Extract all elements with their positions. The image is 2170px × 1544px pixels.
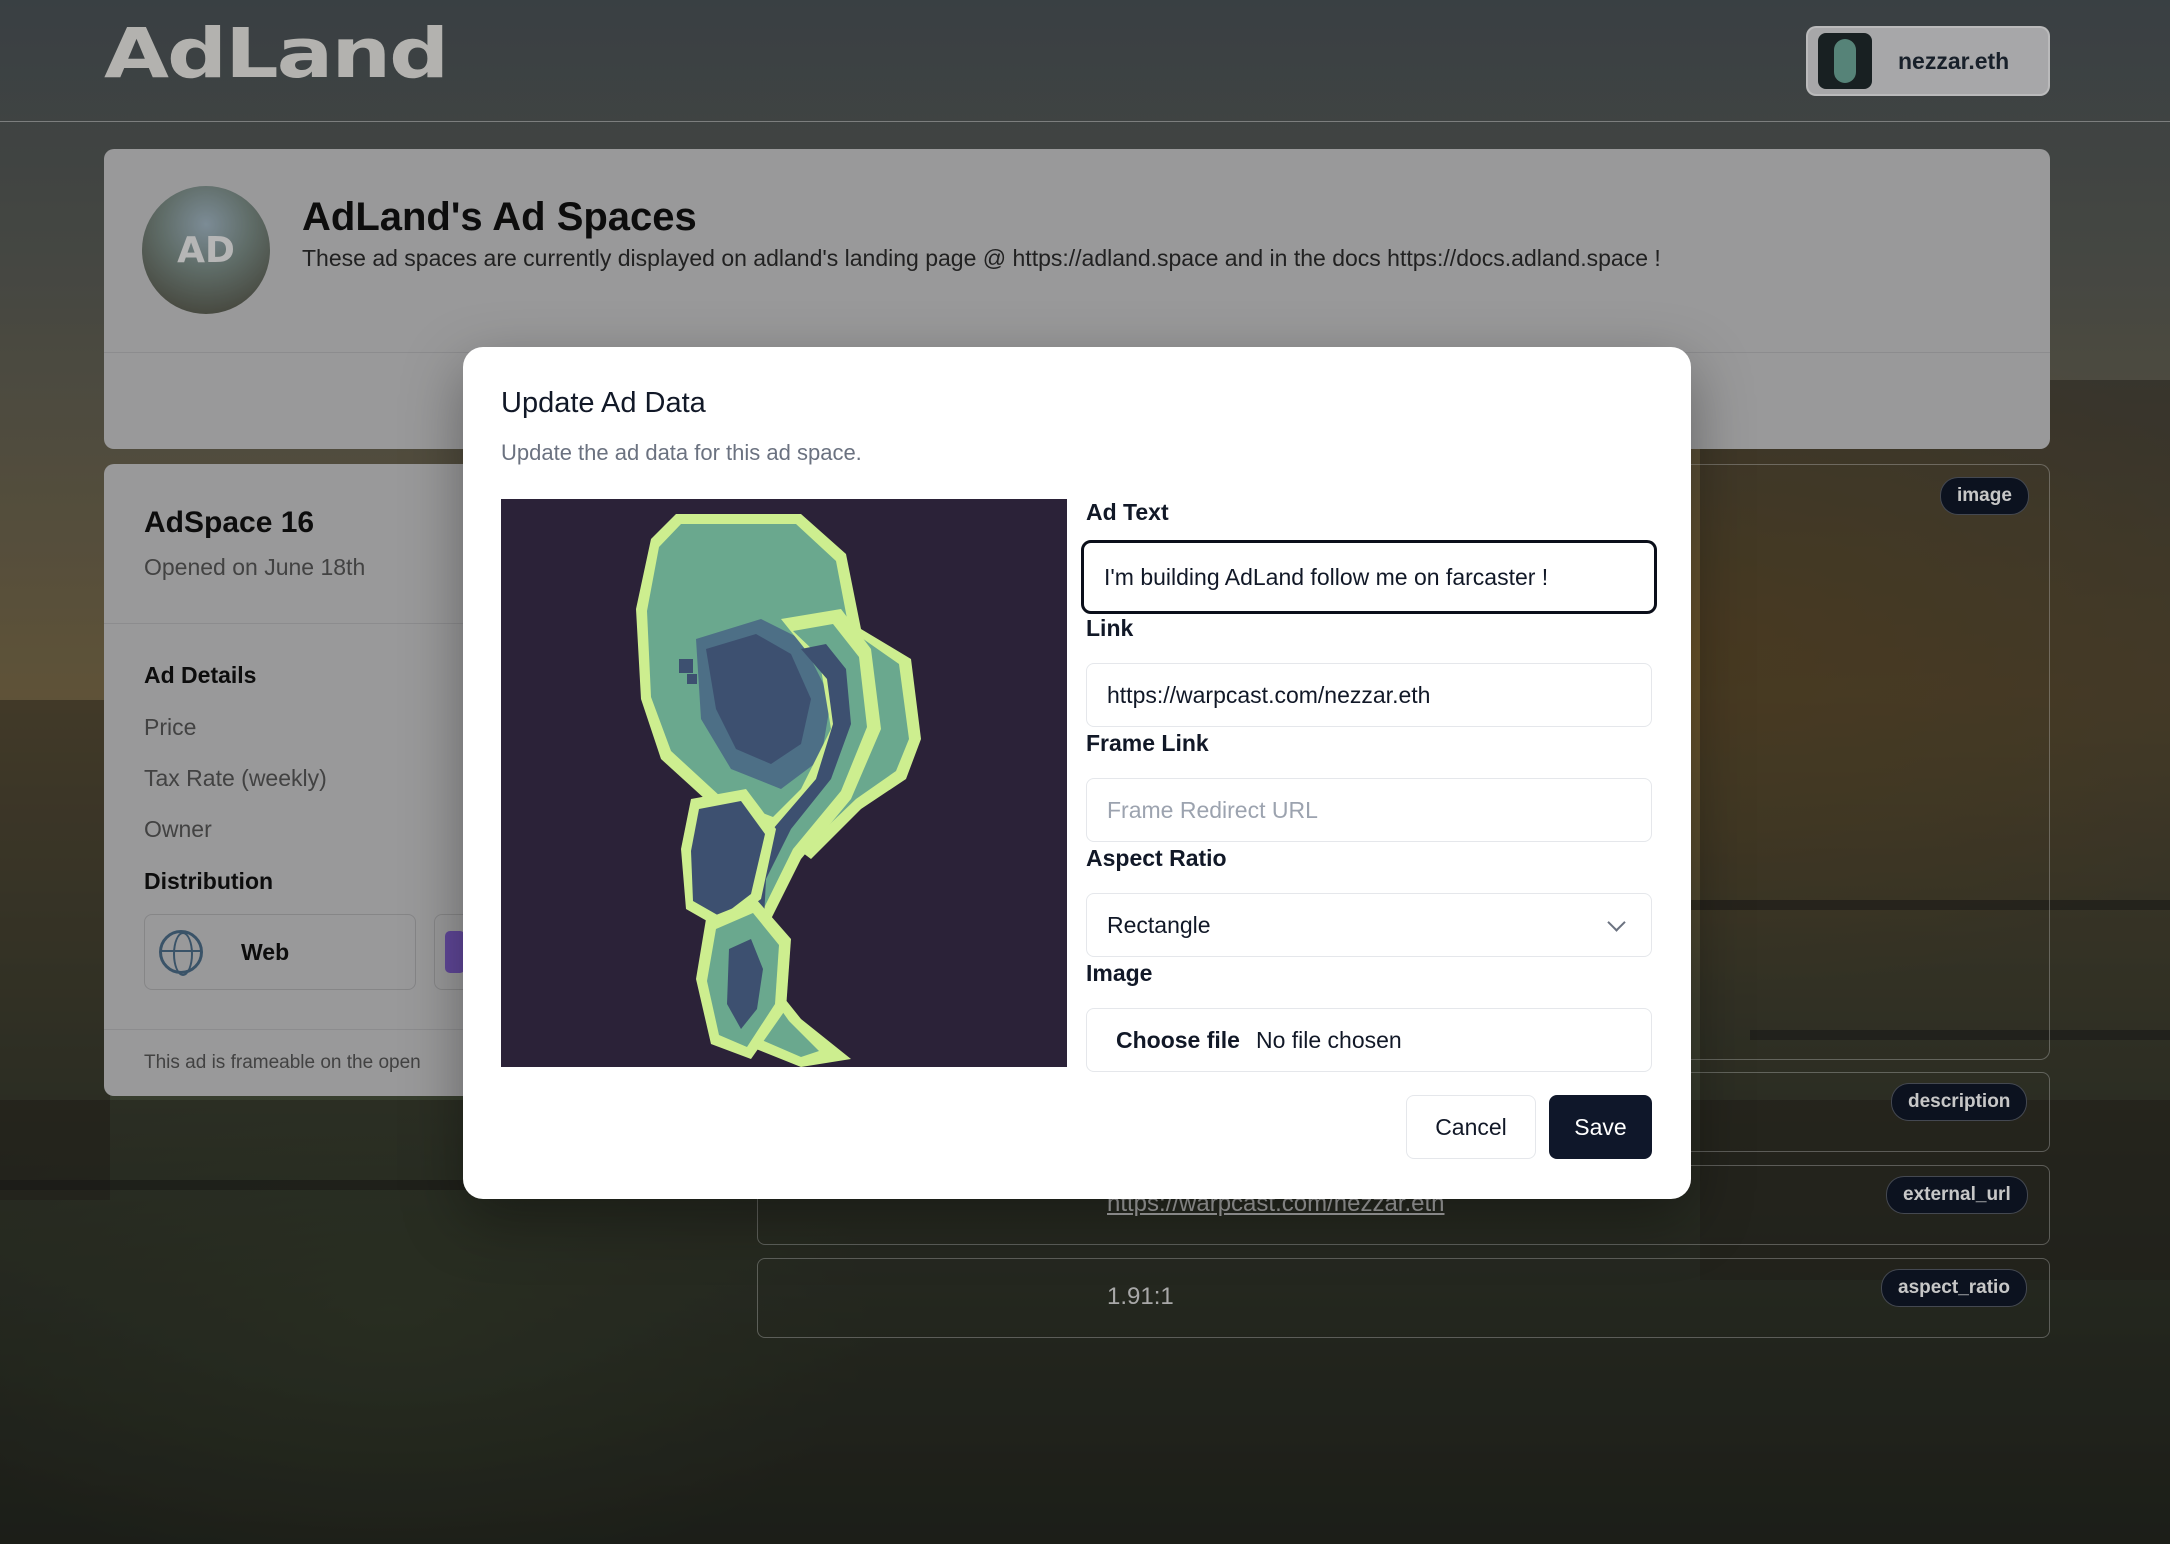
- link-label: Link: [1086, 615, 1134, 641]
- aspect-ratio-label: Aspect Ratio: [1086, 845, 1227, 871]
- image-file-input[interactable]: Choose file No file chosen: [1086, 1008, 1652, 1072]
- link-input[interactable]: https://warpcast.com/nezzar.eth: [1086, 663, 1652, 727]
- dialog-subtitle: Update the ad data for this ad space.: [501, 440, 862, 465]
- ad-text-value: I'm building AdLand follow me on farcast…: [1104, 563, 1549, 590]
- choose-file-button[interactable]: Choose file: [1116, 1027, 1240, 1054]
- link-value: https://warpcast.com/nezzar.eth: [1107, 681, 1431, 708]
- frame-link-placeholder: Frame Redirect URL: [1107, 796, 1318, 823]
- ad-text-label: Ad Text: [1086, 499, 1169, 525]
- chevron-down-icon: [1607, 913, 1626, 932]
- no-file-chosen-text: No file chosen: [1255, 1026, 1402, 1053]
- frame-link-input[interactable]: Frame Redirect URL: [1086, 778, 1652, 842]
- ad-image-preview: [501, 499, 1067, 1067]
- ad-text-input[interactable]: I'm building AdLand follow me on farcast…: [1081, 540, 1657, 614]
- dialog-title: Update Ad Data: [501, 387, 706, 419]
- update-ad-dialog: Update Ad Data Update the ad data for th…: [463, 347, 1691, 1199]
- aspect-ratio-select[interactable]: Rectangle: [1086, 893, 1652, 957]
- image-label: Image: [1086, 960, 1153, 986]
- save-button[interactable]: Save: [1549, 1095, 1652, 1159]
- pixel-art-figure: [501, 499, 1067, 1067]
- aspect-ratio-selected: Rectangle: [1107, 911, 1211, 938]
- frame-link-label: Frame Link: [1086, 730, 1209, 756]
- cancel-button[interactable]: Cancel: [1406, 1095, 1536, 1159]
